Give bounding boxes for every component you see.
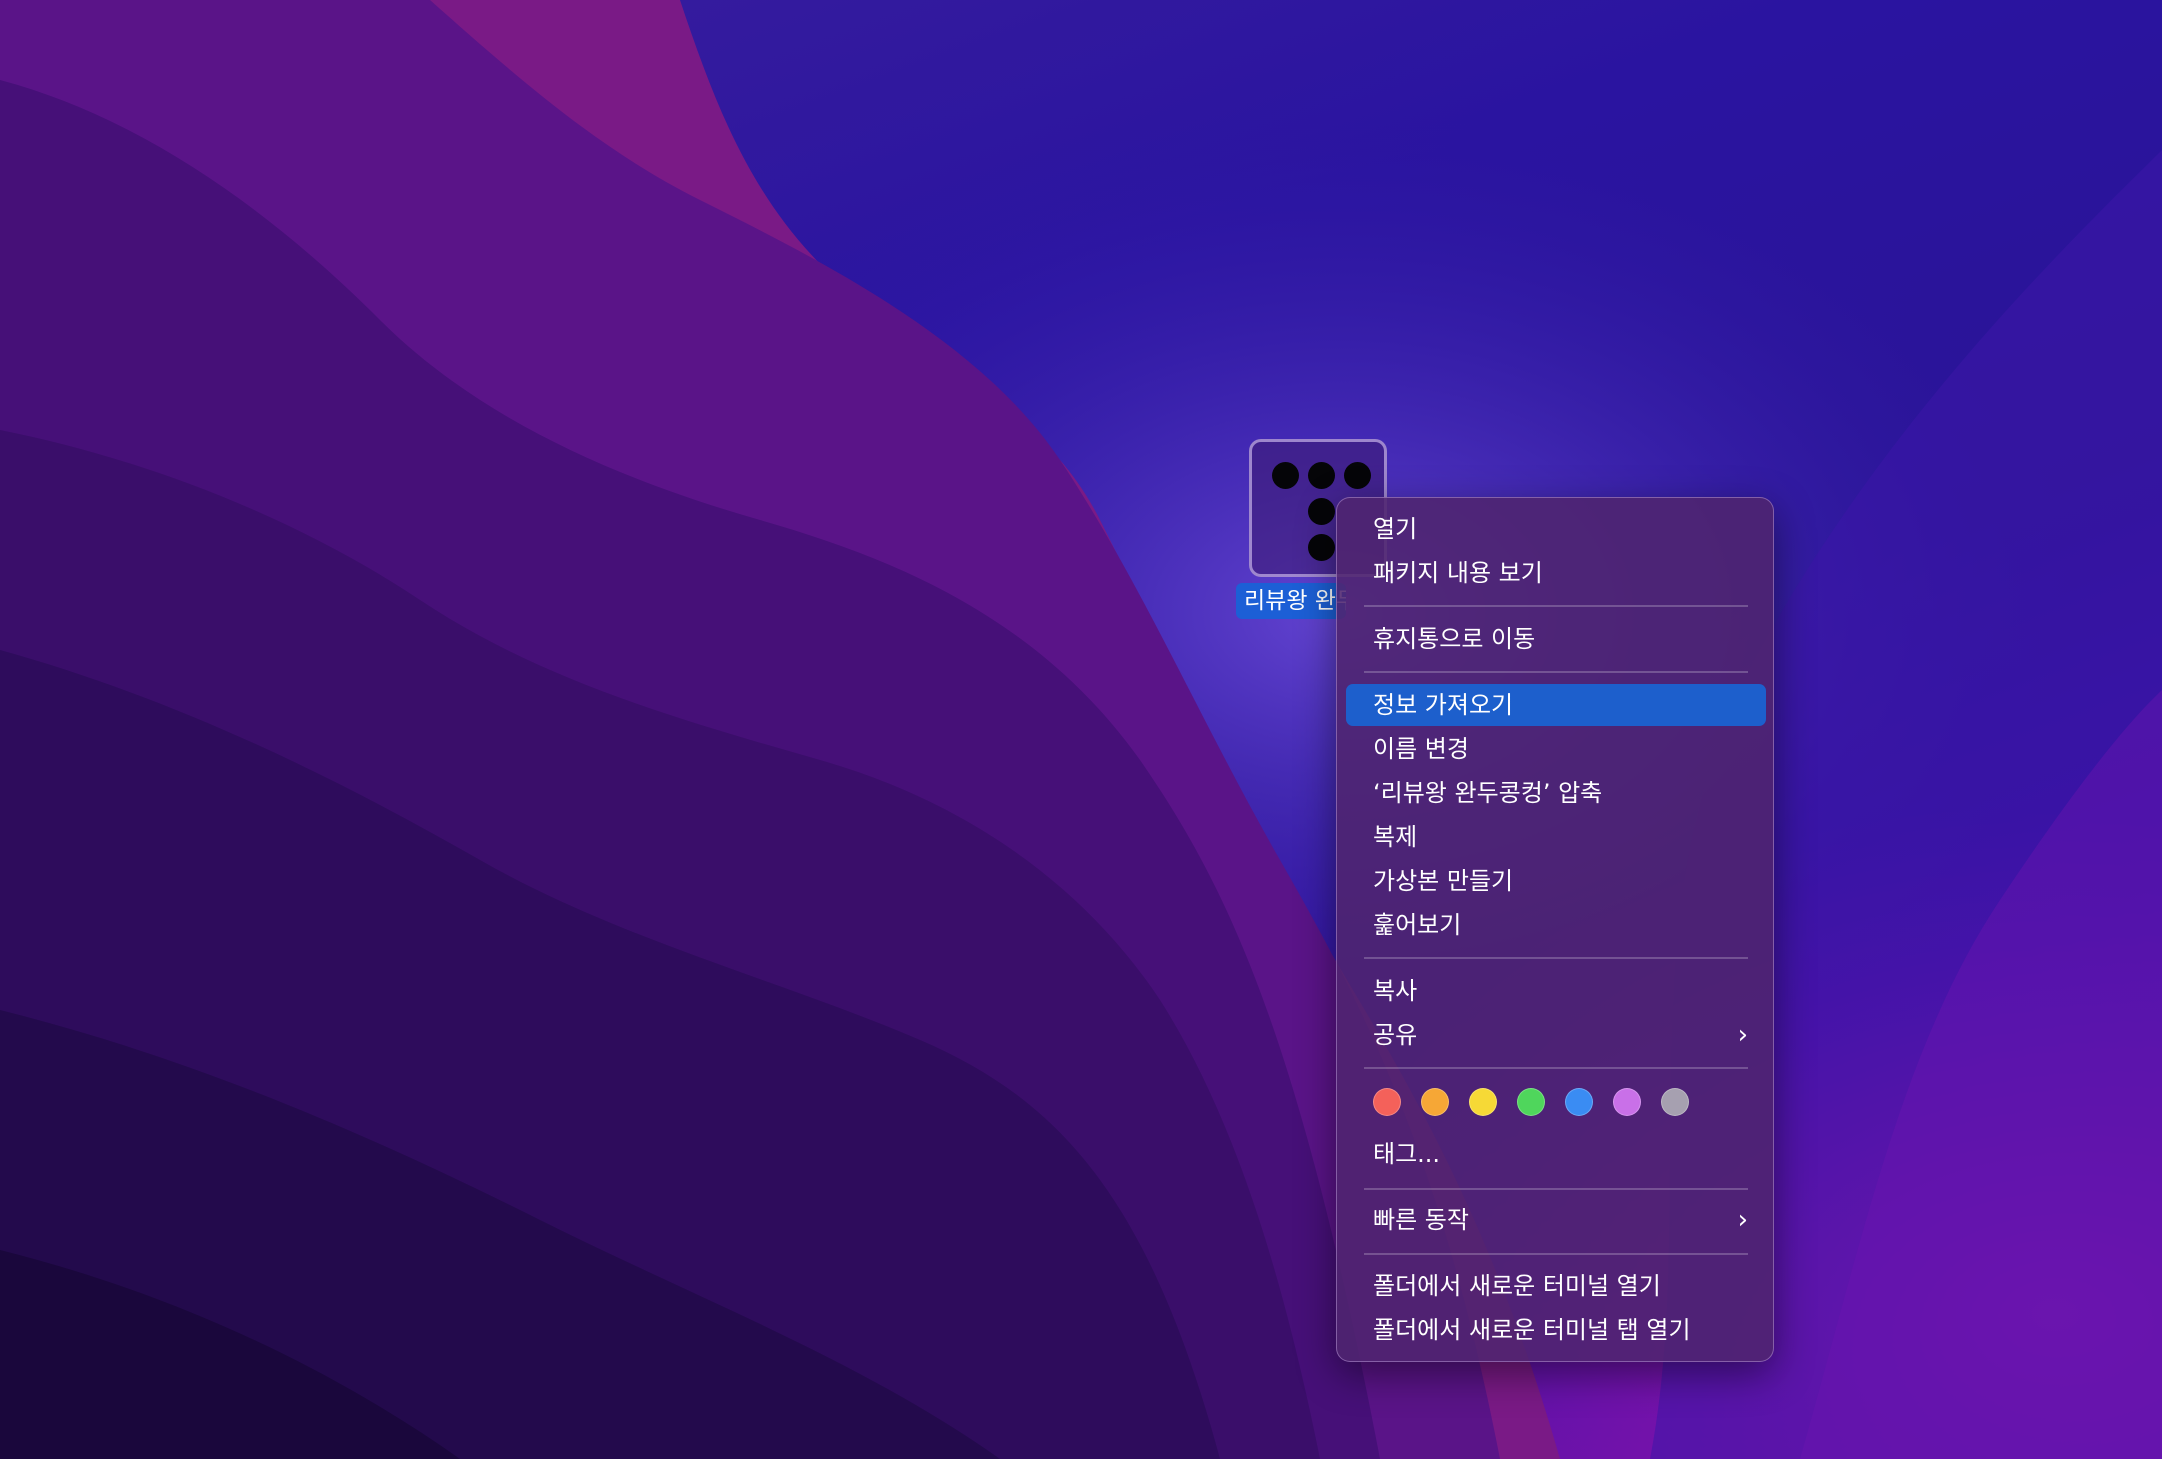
menu-item-copy[interactable]: 복사 (1346, 970, 1766, 1012)
menu-item-tags[interactable]: 태그... (1346, 1133, 1766, 1175)
tag-blue[interactable] (1565, 1088, 1593, 1116)
dot-icon (1308, 498, 1335, 525)
tag-color-row (1373, 1088, 1689, 1118)
tag-red[interactable] (1373, 1088, 1401, 1116)
menu-item-duplicate[interactable]: 복제 (1346, 816, 1766, 858)
menu-item-open[interactable]: 열기 (1346, 508, 1766, 550)
chevron-right-icon: › (1737, 1020, 1748, 1050)
dot-icon (1344, 462, 1371, 489)
menu-item-move-to-trash[interactable]: 휴지통으로 이동 (1346, 618, 1766, 660)
menu-item-compress[interactable]: ‘리뷰왕 완두콩컹’ 압축 (1346, 772, 1766, 814)
menu-item-quick-actions[interactable]: 빠른 동작 › (1346, 1199, 1766, 1241)
context-menu: 열기 패키지 내용 보기 휴지통으로 이동 정보 가져오기 이름 변경 ‘리뷰왕… (1336, 497, 1774, 1362)
tag-gray[interactable] (1661, 1088, 1689, 1116)
menu-item-new-terminal-tab-at-folder[interactable]: 폴더에서 새로운 터미널 탭 열기 (1346, 1309, 1766, 1351)
menu-item-share-label: 공유 (1373, 1021, 1418, 1049)
menu-separator (1364, 671, 1748, 673)
chevron-right-icon: › (1737, 1205, 1748, 1235)
menu-item-new-terminal-at-folder[interactable]: 폴더에서 새로운 터미널 열기 (1346, 1265, 1766, 1307)
menu-item-make-alias[interactable]: 가상본 만들기 (1346, 860, 1766, 902)
menu-item-quick-look[interactable]: 훑어보기 (1346, 904, 1766, 946)
menu-item-quick-actions-label: 빠른 동작 (1373, 1206, 1469, 1234)
wallpaper (0, 0, 2162, 1459)
menu-item-get-info[interactable]: 정보 가져오기 (1346, 684, 1766, 726)
menu-separator (1364, 605, 1748, 607)
menu-separator (1364, 957, 1748, 959)
menu-item-share[interactable]: 공유 › (1346, 1014, 1766, 1056)
tag-orange[interactable] (1421, 1088, 1449, 1116)
dot-icon (1308, 534, 1335, 561)
tag-yellow[interactable] (1469, 1088, 1497, 1116)
tag-green[interactable] (1517, 1088, 1545, 1116)
tag-purple[interactable] (1613, 1088, 1641, 1116)
app-icon-label[interactable]: 리뷰왕 완두콩컹 (1236, 583, 1346, 619)
menu-separator (1364, 1067, 1748, 1069)
dot-icon (1272, 462, 1299, 489)
desktop: 리뷰왕 완두콩컹 열기 패키지 내용 보기 휴지통으로 이동 정보 가져오기 이… (0, 0, 2162, 1459)
menu-separator (1364, 1188, 1748, 1190)
menu-item-show-package-contents[interactable]: 패키지 내용 보기 (1346, 552, 1766, 594)
dot-icon (1308, 462, 1335, 489)
menu-item-rename[interactable]: 이름 변경 (1346, 728, 1766, 770)
menu-separator (1364, 1253, 1748, 1255)
